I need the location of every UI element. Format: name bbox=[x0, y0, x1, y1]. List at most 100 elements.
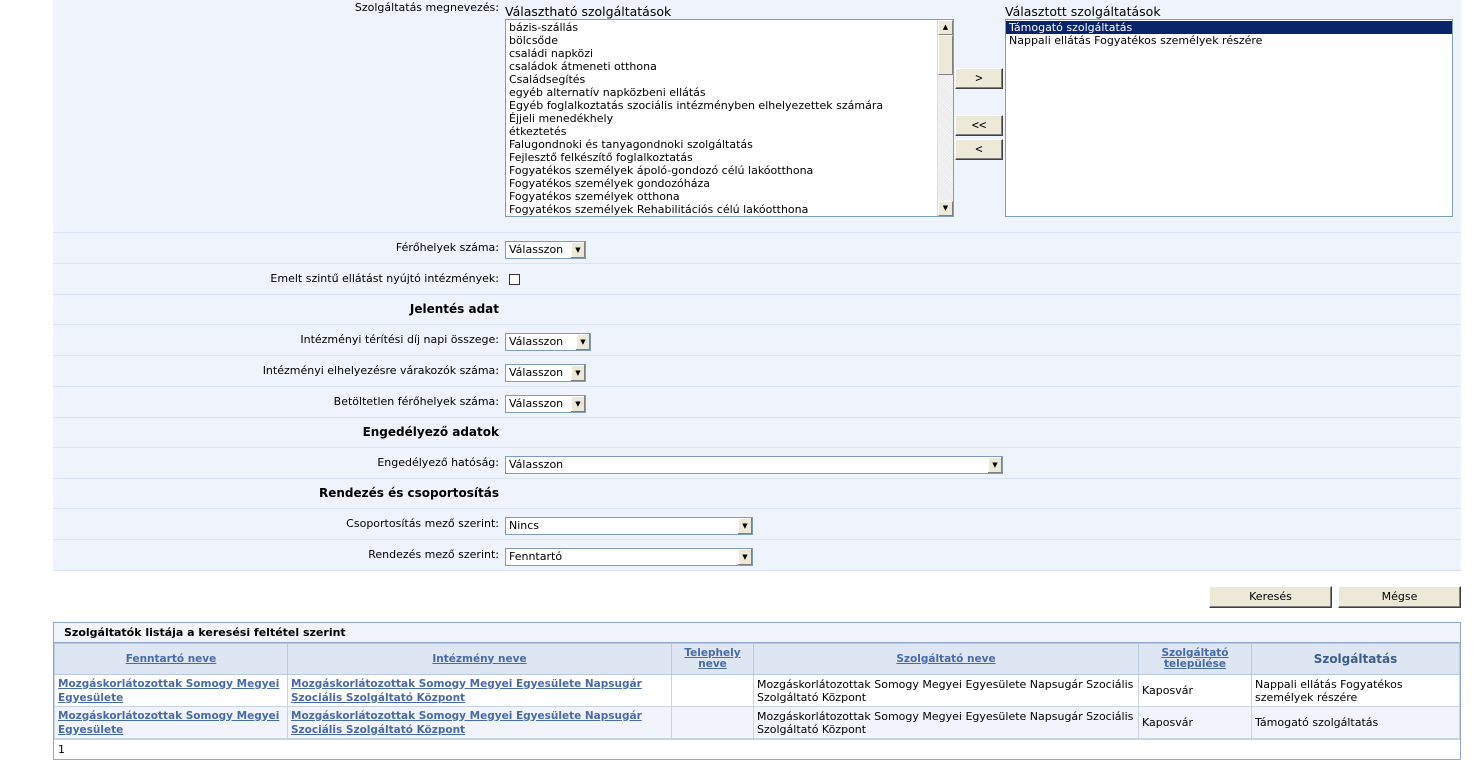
selected-services-title: Választott szolgáltatások bbox=[1005, 4, 1161, 19]
available-list-scrollbar[interactable]: ▲ ▼ bbox=[937, 20, 953, 216]
ferohelyek-row: Férőhelyek száma: Válasszon ▼ bbox=[53, 233, 1461, 264]
cell-fenntarto: Mozgáskorlátozottak Somogy Megyei Egyesü… bbox=[54, 674, 288, 707]
selected-services-list[interactable]: Támogató szolgáltatás Nappali ellátás Fog… bbox=[1005, 19, 1453, 217]
csoport-select[interactable]: Nincs ▼ bbox=[505, 517, 753, 535]
hatosag-select[interactable]: Válasszon ▼ bbox=[505, 456, 1003, 474]
header-fenntarto[interactable]: Fenntartó neve bbox=[54, 643, 288, 675]
results-panel: Szolgáltatók listája a keresési feltétel… bbox=[53, 622, 1461, 760]
csoport-value: Nincs bbox=[509, 519, 540, 532]
cell-intezmeny: Mozgáskorlátozottak Somogy Megyei Egyesü… bbox=[287, 674, 672, 707]
section-engedelyezo-row: Engedélyező adatok bbox=[53, 418, 1461, 448]
available-services-list[interactable]: bázis-szállás bölcsőde családi napközi csal… bbox=[505, 19, 954, 217]
available-service-option[interactable]: étkeztetés bbox=[506, 125, 953, 138]
scroll-thumb[interactable] bbox=[938, 35, 953, 75]
cell-telephely bbox=[671, 706, 754, 739]
available-service-option[interactable]: bölcsőde bbox=[506, 34, 953, 47]
pager-current-page[interactable]: 1 bbox=[54, 739, 1460, 759]
chevron-down-icon: ▼ bbox=[737, 518, 752, 534]
betoltetlen-select[interactable]: Válasszon ▼ bbox=[505, 395, 586, 413]
ferohelyek-label: Férőhelyek száma: bbox=[395, 241, 499, 254]
chevron-down-icon: ▼ bbox=[575, 334, 590, 350]
header-telepules[interactable]: Szolgáltató települése bbox=[1138, 643, 1252, 675]
search-button[interactable]: Keresés bbox=[1209, 586, 1332, 608]
search-form: Szolgáltatás megnevezés: Választható szo… bbox=[53, 0, 1461, 571]
teritesi-value: Válasszon bbox=[509, 335, 564, 348]
available-service-option[interactable]: Éjjeli menedékhely bbox=[506, 112, 953, 125]
betoltetlen-row: Betöltetlen férőhelyek száma: Válasszon … bbox=[53, 387, 1461, 418]
table-row: Mozgáskorlátozottak Somogy Megyei Egyesü… bbox=[54, 706, 1460, 739]
remove-service-button[interactable]: < bbox=[955, 139, 1003, 160]
cell-szolgaltato: Mozgáskorlátozottak Somogy Megyei Egyesü… bbox=[753, 706, 1139, 739]
remove-all-services-button[interactable]: << bbox=[955, 115, 1003, 136]
available-service-option[interactable]: Fogyatékos személyek ápoló-gondozó célú … bbox=[506, 164, 953, 177]
scroll-down-icon[interactable]: ▼ bbox=[938, 201, 953, 216]
available-services-title: Választható szolgáltatások bbox=[505, 4, 672, 19]
chevron-down-icon: ▼ bbox=[737, 549, 752, 565]
emelt-checkbox[interactable] bbox=[509, 274, 520, 285]
emelt-row: Emelt szintű ellátást nyújtó intézmények… bbox=[53, 264, 1461, 295]
cell-telepules: Kaposvár bbox=[1138, 706, 1252, 739]
available-service-option[interactable]: Egyéb foglalkoztatás szociális intézmény… bbox=[506, 99, 953, 112]
available-service-option[interactable]: családi napközi bbox=[506, 47, 953, 60]
chevron-down-icon: ▼ bbox=[987, 457, 1002, 473]
section-rendezes-row: Rendezés és csoportosítás bbox=[53, 479, 1461, 509]
chevron-down-icon: ▼ bbox=[570, 242, 585, 258]
available-service-option[interactable]: Fogyatékos személyek otthona bbox=[506, 190, 953, 203]
cell-szolgaltatas: Támogató szolgáltatás bbox=[1251, 706, 1460, 739]
available-service-option[interactable]: Fogyatékos személyek Rehabilitációs célú… bbox=[506, 203, 953, 216]
betoltetlen-label: Betöltetlen férőhelyek száma: bbox=[333, 395, 499, 408]
header-intezmeny[interactable]: Intézmény neve bbox=[287, 643, 672, 675]
services-row: Szolgáltatás megnevezés: Választható szo… bbox=[53, 0, 1461, 233]
section-rendezes-heading: Rendezés és csoportosítás bbox=[318, 486, 499, 500]
varakozok-select[interactable]: Válasszon ▼ bbox=[505, 364, 586, 382]
add-service-button[interactable]: > bbox=[955, 68, 1003, 89]
ferohelyek-value: Válasszon bbox=[509, 243, 564, 256]
available-service-option[interactable]: Fejlesztő felkészítő foglalkoztatás bbox=[506, 151, 953, 164]
cell-szolgaltato: Mozgáskorlátozottak Somogy Megyei Egyesü… bbox=[753, 674, 1139, 707]
scroll-up-icon[interactable]: ▲ bbox=[938, 20, 953, 35]
selected-service-option[interactable]: Nappali ellátás Fogyatékos személyek rés… bbox=[1006, 34, 1452, 47]
cell-intezmeny: Mozgáskorlátozottak Somogy Megyei Egyesü… bbox=[287, 706, 672, 739]
table-row: Mozgáskorlátozottak Somogy Megyei Egyesü… bbox=[54, 674, 1460, 707]
hatosag-row: Engedélyező hatóság: Válasszon ▼ bbox=[53, 448, 1461, 479]
selected-service-option[interactable]: Támogató szolgáltatás bbox=[1006, 21, 1452, 34]
section-engedelyezo-heading: Engedélyező adatok bbox=[362, 425, 499, 439]
cell-telepules: Kaposvár bbox=[1138, 674, 1252, 707]
fenntarto-link[interactable]: Mozgáskorlátozottak Somogy Megyei Egyesü… bbox=[58, 710, 279, 736]
header-telephely[interactable]: Telephely neve bbox=[671, 643, 754, 675]
available-service-option[interactable]: Családsegítés bbox=[506, 73, 953, 86]
csoport-row: Csoportosítás mező szerint: Nincs ▼ bbox=[53, 509, 1461, 540]
intezmeny-link[interactable]: Mozgáskorlátozottak Somogy Megyei Egyesü… bbox=[291, 678, 642, 704]
csoport-label: Csoportosítás mező szerint: bbox=[346, 517, 499, 530]
services-label: Szolgáltatás megnevezés: bbox=[354, 1, 499, 14]
results-caption: Szolgáltatók listája a keresési feltétel… bbox=[54, 623, 1460, 643]
chevron-down-icon: ▼ bbox=[570, 396, 585, 412]
rendezes-value: Fenntartó bbox=[509, 550, 563, 563]
section-jelentes-row: Jelentés adat bbox=[53, 295, 1461, 325]
cell-fenntarto: Mozgáskorlátozottak Somogy Megyei Egyesü… bbox=[54, 706, 288, 739]
available-service-option[interactable]: családok átmeneti otthona bbox=[506, 60, 953, 73]
available-service-option[interactable]: Falugondnoki és tanyagondnoki szolgáltat… bbox=[506, 138, 953, 151]
available-service-option[interactable]: Fogyatékos személyek gondozóháza bbox=[506, 177, 953, 190]
emelt-label: Emelt szintű ellátást nyújtó intézmények… bbox=[270, 272, 499, 285]
ferohelyek-select[interactable]: Válasszon ▼ bbox=[505, 241, 586, 259]
available-service-option[interactable]: egyéb alternatív napközbeni ellátás bbox=[506, 86, 953, 99]
rendezes-row: Rendezés mező szerint: Fenntartó ▼ bbox=[53, 540, 1461, 571]
varakozok-label: Intézményi elhelyezésre várakozók száma: bbox=[262, 364, 499, 377]
teritesi-select[interactable]: Válasszon ▼ bbox=[505, 333, 591, 351]
varakozok-row: Intézményi elhelyezésre várakozók száma:… bbox=[53, 356, 1461, 387]
intezmeny-link[interactable]: Mozgáskorlátozottak Somogy Megyei Egyesü… bbox=[291, 710, 642, 736]
teritesi-label: Intézményi térítési díj napi összege: bbox=[300, 333, 499, 346]
results-header-row: Fenntartó neve Intézmény neve Telephely … bbox=[54, 643, 1460, 675]
available-service-option[interactable]: bázis-szállás bbox=[506, 21, 953, 34]
results-table: Fenntartó neve Intézmény neve Telephely … bbox=[54, 643, 1460, 739]
cancel-button[interactable]: Mégse bbox=[1338, 586, 1461, 608]
cell-telephely bbox=[671, 674, 754, 707]
section-jelentes-heading: Jelentés adat bbox=[409, 302, 499, 316]
fenntarto-link[interactable]: Mozgáskorlátozottak Somogy Megyei Egyesü… bbox=[58, 678, 279, 704]
rendezes-select[interactable]: Fenntartó ▼ bbox=[505, 548, 753, 566]
header-szolgaltato[interactable]: Szolgáltató neve bbox=[753, 643, 1139, 675]
hatosag-value: Válasszon bbox=[509, 458, 564, 471]
betoltetlen-value: Válasszon bbox=[509, 397, 564, 410]
hatosag-label: Engedélyező hatóság: bbox=[377, 456, 499, 469]
